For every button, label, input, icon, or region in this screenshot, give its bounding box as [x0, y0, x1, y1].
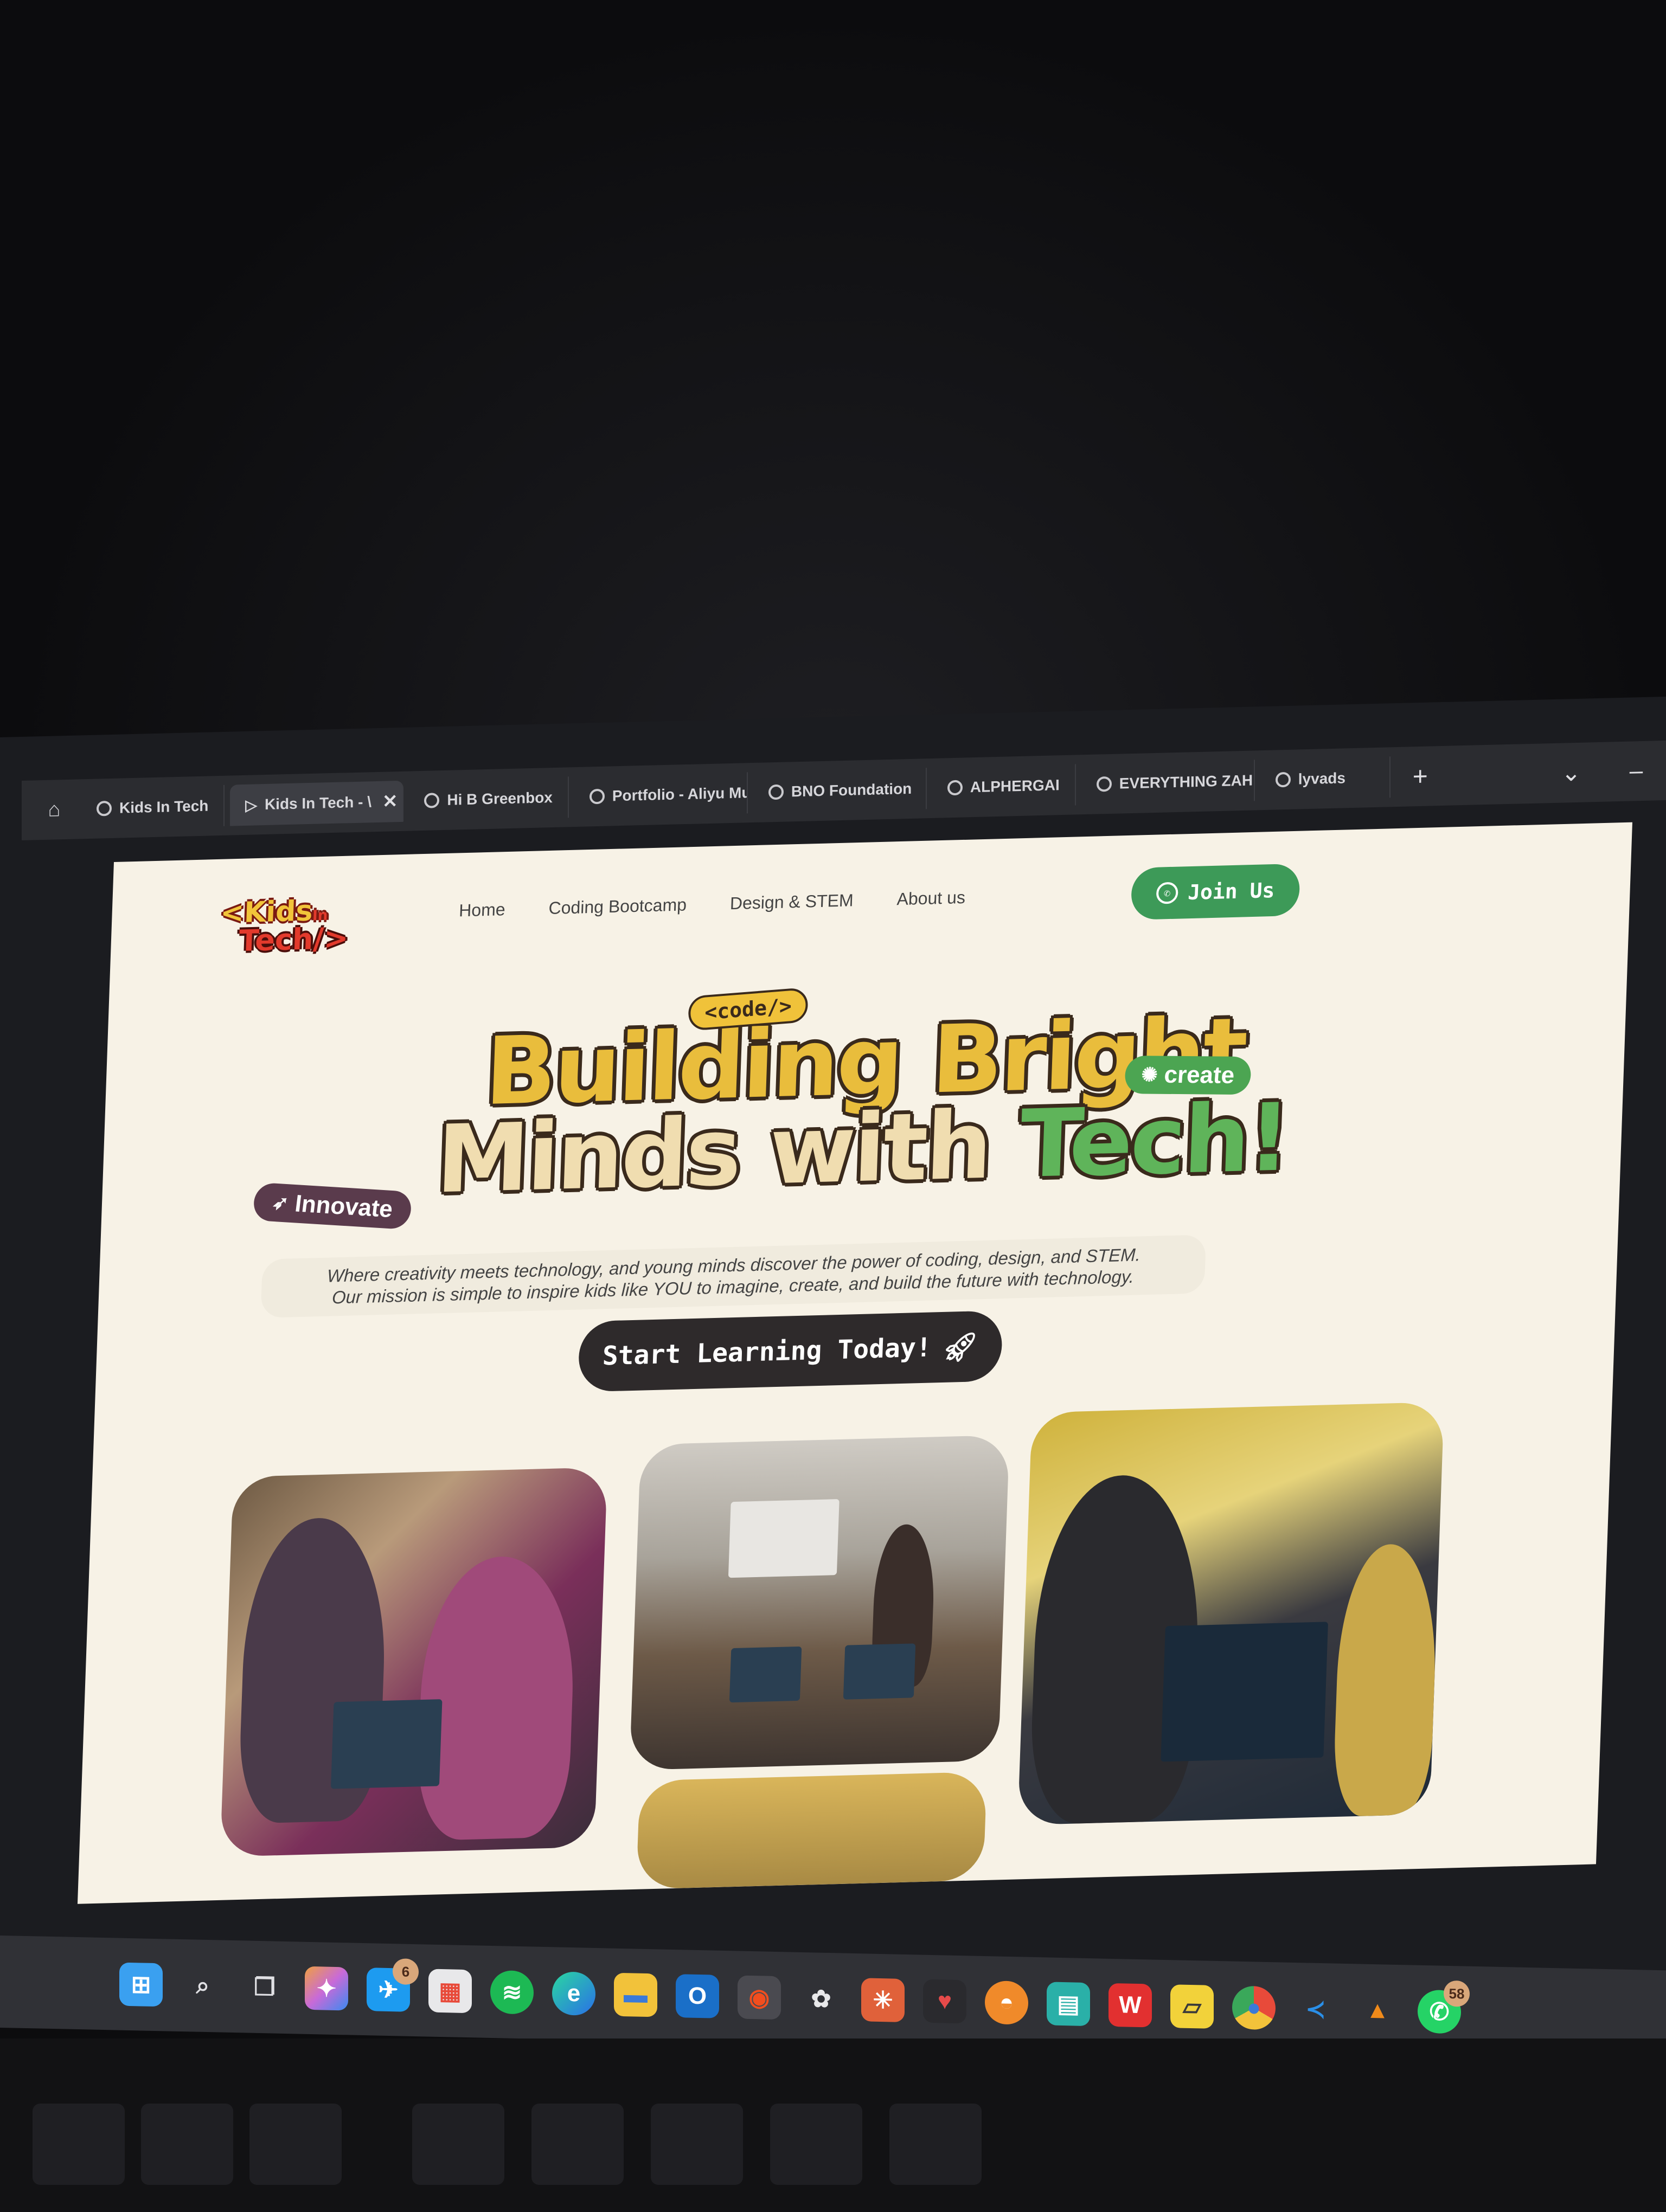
tab-bar-spacer	[1450, 774, 1536, 776]
projector-screen	[728, 1499, 840, 1578]
kids-in-tech-logo[interactable]: <KidsIn Tech/>	[219, 893, 362, 962]
laptop-screen	[729, 1646, 802, 1703]
tab-kids-in-tech-active[interactable]: ▷ Kids In Tech - \ ✕	[230, 780, 404, 826]
nav-home[interactable]: Home	[459, 899, 506, 921]
teal-app-icon[interactable]: ▤	[1047, 1982, 1090, 2027]
tab-label: lyvads	[1298, 769, 1345, 788]
tab-bno-foundation[interactable]: BNO Foundation	[753, 768, 927, 814]
person-hijab	[415, 1554, 578, 1841]
hero-word-minds: Minds	[434, 1097, 741, 1214]
keyboard-key	[33, 2104, 125, 2185]
nav-links: Home Coding Bootcamp Design & STEM About…	[459, 888, 966, 921]
photo-partial	[636, 1771, 987, 1889]
site-favicon-icon	[1096, 776, 1112, 792]
site-favicon-icon	[1275, 771, 1291, 788]
keyboard-key	[531, 2104, 624, 2185]
tab-portfolio[interactable]: Portfolio - Aliyu Mu	[574, 772, 748, 818]
site-favicon-icon	[947, 780, 963, 796]
keyboard-key	[651, 2104, 743, 2185]
rocket-icon: ➶	[271, 1191, 290, 1214]
task-view-icon[interactable]: ❐	[243, 1965, 286, 2009]
figma-icon[interactable]: ◉	[738, 1975, 781, 2020]
website-viewport: <KidsIn Tech/> Home Coding Bootcamp Desi…	[77, 822, 1632, 1904]
keyboard-key	[249, 2104, 342, 2185]
site-favicon-icon	[97, 800, 112, 816]
logo-bottom-text: Tech/>	[238, 921, 349, 958]
laptop-code-screen	[1161, 1622, 1329, 1762]
hero-word-with: with	[767, 1090, 992, 1206]
start-learning-button[interactable]: Start Learning Today! 🚀︎	[578, 1310, 1003, 1392]
brain-icon: ✺	[1140, 1063, 1159, 1086]
tab-label: Hi B Greenbox	[447, 789, 553, 808]
join-us-button[interactable]: ✆ Join Us	[1130, 863, 1300, 920]
tab-label: ALPHERGAI	[970, 776, 1060, 796]
person-hijab	[1332, 1543, 1439, 1817]
sunset-app-icon[interactable]: ◓	[985, 1980, 1028, 2025]
create-tag-label: create	[1163, 1061, 1235, 1089]
site-favicon-icon	[768, 784, 784, 800]
chrome-icon[interactable]: ●	[1232, 1985, 1276, 2030]
photo-students-laptop	[220, 1467, 608, 1857]
windows-start-icon[interactable]: ⊞	[119, 1962, 163, 2007]
search-icon[interactable]: ⌕	[181, 1964, 225, 2008]
edge-icon[interactable]: e	[552, 1971, 595, 2016]
new-tab-button[interactable]: +	[1396, 761, 1445, 792]
keyboard-key	[889, 2104, 982, 2185]
home-icon[interactable]: ⌂	[33, 790, 76, 829]
nav-design-stem[interactable]: Design & STEM	[729, 890, 854, 914]
keyboard-key	[412, 2104, 504, 2185]
site-favicon-icon	[424, 793, 440, 808]
start-learning-label: Start Learning Today!	[601, 1332, 932, 1372]
laptop-screen	[330, 1699, 443, 1789]
photo-student-coding	[1017, 1401, 1444, 1825]
tab-kids-in-tech[interactable]: Kids In Tech	[81, 785, 225, 830]
twitter-icon[interactable]: ✈ 6	[367, 1958, 419, 2012]
chatgpt-icon[interactable]: ✿	[799, 1977, 843, 2021]
heart-app-icon[interactable]: ♥	[923, 1979, 966, 2024]
notification-badge: 6	[393, 1958, 419, 1985]
rocket-icon: 🚀︎	[941, 1330, 979, 1364]
tab-label: BNO Foundation	[791, 780, 912, 800]
file-explorer-icon[interactable]: ▬	[614, 1972, 657, 2017]
vlc-icon[interactable]: ▲	[1356, 1988, 1399, 2033]
site-favicon-icon	[589, 788, 605, 805]
photo-classroom	[629, 1435, 1010, 1771]
innovate-tag-label: Innovate	[293, 1190, 394, 1223]
nav-coding-bootcamp[interactable]: Coding Bootcamp	[548, 895, 687, 918]
microsoft-store-icon[interactable]: ▦	[428, 1969, 472, 2014]
tab-label: Kids In Tech	[119, 797, 209, 816]
tab-label: EVERYTHING ZAHI	[1119, 771, 1255, 792]
vscode-icon[interactable]: ≺	[1294, 1987, 1337, 2031]
tab-alphergai[interactable]: ALPHERGAI	[932, 764, 1076, 809]
wps-office-icon[interactable]: W	[1108, 1983, 1152, 2028]
hero-word-tech: Tech!	[1018, 1083, 1290, 1199]
keyboard-key	[141, 2104, 233, 2185]
sticky-notes-icon[interactable]: ▱	[1170, 1984, 1214, 2029]
keyboard-key	[770, 2104, 862, 2185]
spotify-icon[interactable]: ≋	[490, 1970, 534, 2015]
tab-label: Kids In Tech - \	[264, 793, 371, 813]
close-icon[interactable]: ✕	[382, 790, 398, 813]
join-us-label: Join Us	[1187, 878, 1276, 905]
copilot-icon[interactable]: ✦	[305, 1966, 348, 2011]
claude-icon[interactable]: ✳	[861, 1978, 905, 2022]
chevron-down-icon[interactable]: ⌄	[1541, 758, 1601, 787]
hero-section: Building Bright Minds with Tech!	[102, 997, 1626, 1214]
minimize-button[interactable]: –	[1606, 757, 1666, 786]
tab-label: Portfolio - Aliyu Mu	[612, 784, 748, 805]
outlook-icon[interactable]: O	[676, 1974, 719, 2018]
whatsapp-icon[interactable]: ✆ 58	[1418, 1980, 1470, 2034]
play-icon: ▷	[245, 796, 257, 814]
notification-badge: 58	[1444, 1980, 1470, 2007]
tab-everything-zahi[interactable]: EVERYTHING ZAHI	[1081, 760, 1255, 806]
background-room	[0, 0, 1666, 770]
tab-lyvads[interactable]: lyvads	[1260, 756, 1391, 801]
tab-hi-b-greenbox[interactable]: Hi B Greenbox	[409, 776, 569, 822]
create-tag: ✺ create	[1124, 1056, 1252, 1095]
nav-about-us[interactable]: About us	[896, 888, 966, 909]
laptop-screen	[843, 1643, 916, 1700]
hero-subtitle: Where creativity meets technology, and y…	[260, 1234, 1207, 1318]
whatsapp-icon: ✆	[1156, 882, 1178, 904]
